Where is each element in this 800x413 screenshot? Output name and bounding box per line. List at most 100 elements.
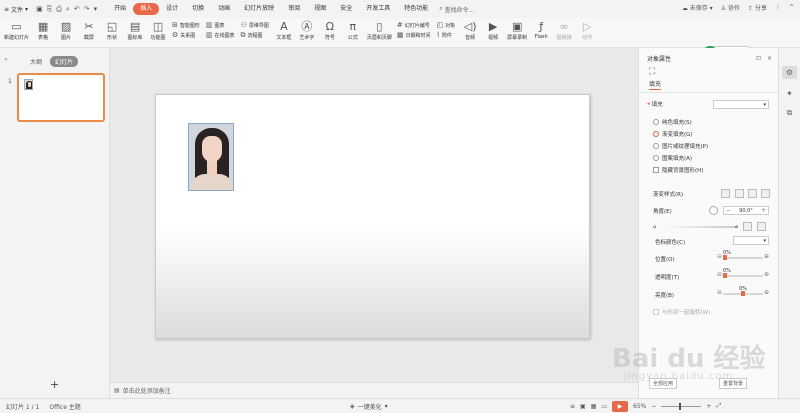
table-button[interactable]: ▦ 表格 [34,20,52,41]
expand-icon[interactable]: ◂ [647,101,650,107]
add-stop-button[interactable] [743,222,752,231]
gradient-path-button[interactable] [761,189,770,198]
copy-icon[interactable]: ⧉ [779,108,800,118]
transparency-plus-icon[interactable]: ⊕ [764,271,769,278]
tab-view[interactable]: 视图 [307,3,333,15]
option-hide-background[interactable]: 隐藏背景图形(H) [653,166,703,174]
chart-button[interactable]: ▥ 图表 [206,21,235,29]
plus-icon[interactable]: + [761,207,766,214]
relation-button[interactable]: ⚙ 关系图 [172,31,200,39]
position-knob[interactable] [723,255,727,260]
flash-button[interactable]: ƒ Flash [532,20,550,40]
tab-outline[interactable]: 大纲 [30,57,42,66]
reading-view-icon[interactable]: ▭ [601,403,607,410]
theme-name[interactable]: Office 主题 [49,402,80,411]
screenshot-button[interactable]: ✂ 截屏 [80,20,98,41]
undo-icon[interactable]: ↶ [74,5,80,14]
play-slideshow-button[interactable]: ▶ [612,400,629,412]
attachment-button[interactable]: ⌇ 附件 [437,31,456,39]
smart-shape-button[interactable]: ⊞ 智能图形 [172,21,200,29]
audio-button[interactable]: ◁) 音频 [461,20,479,41]
zoom-level[interactable]: 65% [633,403,646,410]
brightness-knob[interactable] [741,291,745,296]
checkbox-hide-bg[interactable] [653,167,659,173]
option-solid-fill[interactable]: 纯色填充(S) [653,118,692,126]
collapse-panel-icon[interactable]: « [4,56,8,63]
new-slide-button[interactable]: ▭ 新建幻灯片 [4,20,29,41]
textbox-button[interactable]: A 文本框 [275,20,293,41]
art-text-button[interactable]: Ⓐ 艺术字 [298,20,316,41]
option-rotate-with-shape[interactable]: 与形状一起旋转(W) [653,308,710,316]
more-icon[interactable]: ⋮ [775,4,781,11]
option-picture-fill[interactable]: 图片或纹理填充(P) [653,142,708,150]
notes-toggle-icon[interactable]: ≡ [570,403,575,410]
gradient-stop-left-icon[interactable]: ⌂ [653,224,656,230]
shape-button[interactable]: ◱ 形状 [103,20,121,41]
radio-pattern[interactable] [653,155,659,161]
symbol-button[interactable]: Ω 符号 [321,20,339,41]
tab-home[interactable]: 开始 [107,3,133,15]
action-button[interactable]: ▷ 动作 [578,20,596,41]
gradient-stop-right-icon[interactable]: ⌂ [735,224,738,230]
picture-button[interactable]: ▨ 图片 [57,20,75,41]
fill-type-dropdown[interactable]: ▾ [713,100,769,109]
option-pattern-fill[interactable]: 图案填充(A) [653,154,692,162]
pin-icon[interactable]: ⊡ [756,55,761,62]
object-button[interactable]: ◰ 对象 [437,21,456,29]
gradient-bar[interactable] [655,226,737,228]
video-button[interactable]: ▶ 视频 [484,20,502,41]
notes-bar[interactable]: ▤ 单击此处添加备注 [110,382,638,398]
mindmap-button[interactable]: ⚇ 思维导图 [241,21,269,29]
zoom-slider[interactable] [661,402,702,410]
position-slider[interactable] [723,255,763,260]
formula-button[interactable]: π 公式 [344,20,362,41]
color-stop-dropdown[interactable]: ▾ [733,236,769,245]
tab-developer[interactable]: 开发工具 [359,3,397,15]
tab-design[interactable]: 设计 [159,3,185,15]
transparency-minus-icon[interactable]: ⊖ [717,271,722,278]
fit-window-icon[interactable]: ⤢ [716,402,721,410]
gradient-linear-button[interactable] [721,189,730,198]
export-pdf-icon[interactable]: ⎘ [47,5,53,14]
collapse-ribbon-icon[interactable]: ^ [789,4,794,11]
normal-view-icon[interactable]: ▣ [580,403,586,410]
print-icon[interactable]: ⎙ [56,5,62,14]
tab-slideshow[interactable]: 幻灯片放映 [237,3,281,15]
header-footer-button[interactable]: ▯ 页眉和页脚 [367,20,392,41]
datetime-button[interactable]: ▦ 日期和时间 [397,31,431,39]
radio-solid[interactable] [653,119,659,125]
chevron-down-icon[interactable]: ▾ [94,5,98,14]
brightness-plus-icon[interactable]: ⊕ [764,289,769,296]
flowchart-button[interactable]: ⧉ 流程图 [241,31,269,40]
position-plus-icon[interactable]: ⊕ [764,253,769,260]
tab-slides[interactable]: 幻灯片 [50,56,79,67]
tab-transition[interactable]: 切换 [185,3,211,15]
sorter-view-icon[interactable]: ▦ [591,403,597,410]
redo-icon[interactable]: ↷ [84,5,90,14]
brightness-slider[interactable] [723,291,763,296]
zoom-out-icon[interactable]: − [651,403,656,410]
option-gradient-fill[interactable]: 渐变填充(G) [653,130,693,138]
section-tab-fill[interactable]: 填充 [649,79,662,90]
gradient-radial-button[interactable] [735,189,744,198]
transparency-knob[interactable] [723,273,727,278]
tab-review[interactable]: 审阅 [281,3,307,15]
brightness-minus-icon[interactable]: ⊖ [717,289,722,296]
fill-bucket-icon[interactable]: ⛶ [639,63,778,77]
unsaved-status[interactable]: ☁ 未保存 ▾ [682,3,713,12]
hyperlink-button[interactable]: ∞ 超链接 [555,20,573,41]
save-icon[interactable]: ▣ [36,5,43,14]
file-menu[interactable]: ≡ 文件 ▾ [4,5,28,14]
screen-record-button[interactable]: ▣ 屏幕录制 [507,20,527,41]
online-chart-button[interactable]: ▥ 在线图表 [206,31,235,39]
zoom-in-icon[interactable]: + [706,403,711,410]
add-slide-icon[interactable]: + [50,378,59,391]
angle-input[interactable]: − 90.0° + [723,206,769,215]
animation-icon[interactable]: ✦ [779,89,800,98]
zoom-slider-thumb[interactable] [679,402,682,410]
radio-picture[interactable] [653,143,659,149]
tab-animation[interactable]: 动画 [211,3,237,15]
radio-gradient[interactable] [653,131,659,137]
gradient-rect-button[interactable] [748,189,757,198]
command-search[interactable]: ⌕ 查找命令... [439,5,474,14]
